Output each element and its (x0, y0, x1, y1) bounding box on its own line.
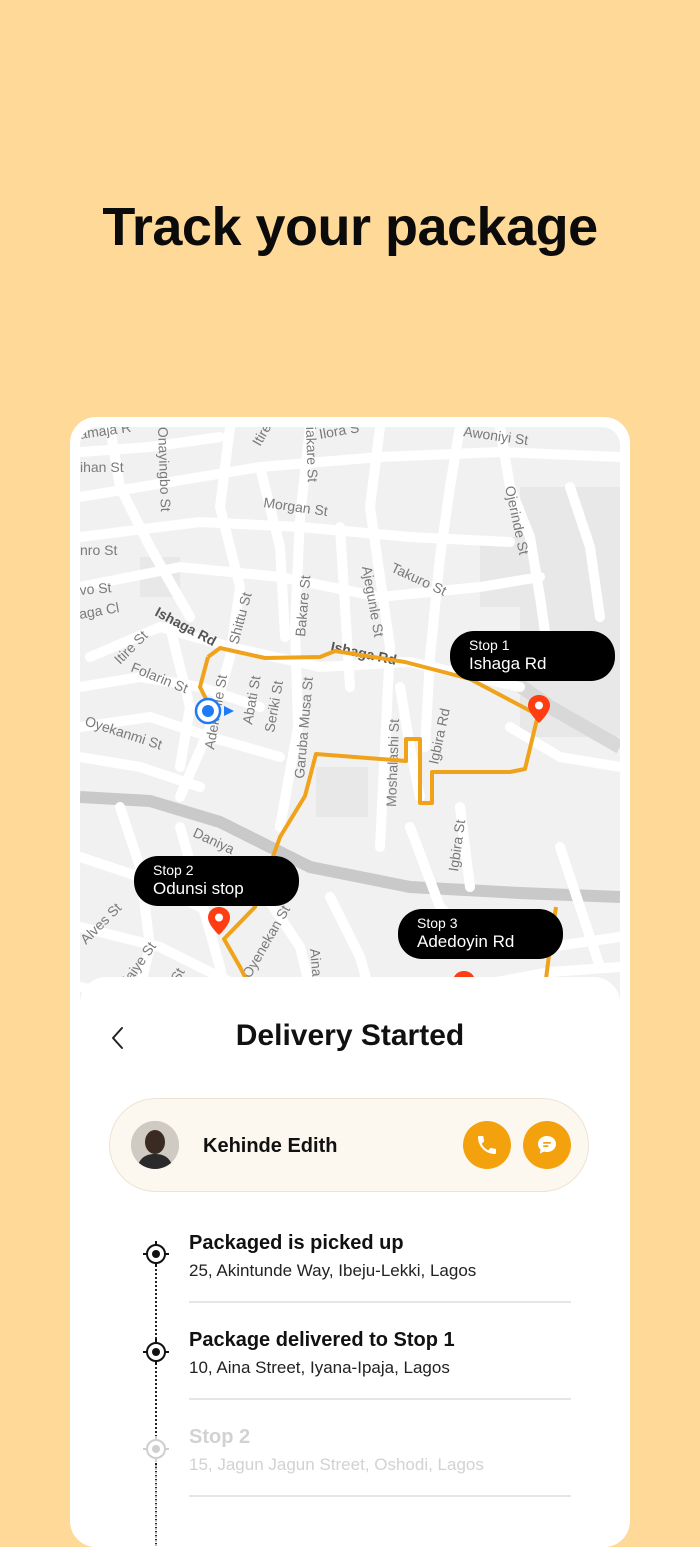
location-pin-icon[interactable] (528, 695, 550, 723)
street-label: nro St (80, 542, 117, 558)
street-label: aga Cl (80, 599, 120, 622)
street-label: amaja R (80, 427, 132, 442)
target-icon (143, 1241, 169, 1267)
stop-2-road: Odunsi stop (153, 878, 244, 898)
street-label: Onayingbo St (155, 427, 174, 512)
divider (189, 1398, 571, 1400)
driver-name: Kehinde Edith (203, 1135, 338, 1157)
timeline-title: Packaged is picked up (189, 1232, 404, 1254)
phone-icon (478, 1136, 496, 1154)
timeline-address: 15, Jagun Jagun Street, Oshodi, Lagos (189, 1455, 484, 1474)
timeline-connector (155, 1465, 157, 1547)
sheet-title: Delivery Started (235, 1019, 465, 1052)
stop-1-label: Stop 1 (469, 637, 510, 653)
stop-3-road: Adedoyin Rd (417, 931, 515, 951)
divider (189, 1495, 571, 1497)
current-location-icon (194, 697, 234, 725)
stop-1-callout[interactable]: Stop 1 Ishaga Rd (450, 631, 615, 681)
street-label: Awoniyi St (463, 427, 530, 448)
street-label: Seriki St (261, 679, 286, 733)
message-button[interactable] (523, 1121, 571, 1169)
divider (189, 1301, 571, 1303)
timeline-address: 10, Aina Street, Iyana-Ipaja, Lagos (189, 1358, 450, 1377)
phone-frame: amaja R ihan St Onayingbo St Itire iakar… (70, 417, 630, 1547)
map-view[interactable]: amaja R ihan St Onayingbo St Itire iakar… (80, 427, 620, 1027)
stop-1-road: Ishaga Rd (469, 653, 547, 673)
timeline-title: Package delivered to Stop 1 (189, 1329, 455, 1351)
target-icon (143, 1436, 169, 1462)
street-label: iakare St (303, 427, 321, 482)
street-label: Shittu St (225, 590, 254, 645)
street-label: Moshalashi St (383, 719, 402, 808)
street-label: ihan St (80, 459, 124, 475)
street-label: Aina (307, 948, 325, 978)
stop-3-callout[interactable]: Stop 3 Adedoyin Rd (398, 909, 563, 959)
avatar (131, 1121, 179, 1169)
timeline-title: Stop 2 (189, 1426, 251, 1448)
stop-3-label: Stop 3 (417, 915, 458, 931)
street-label: vo St (80, 579, 112, 598)
driver-card: Kehinde Edith (109, 1098, 589, 1192)
stop-2-callout[interactable]: Stop 2 Odunsi stop (134, 856, 299, 906)
page-headline: Track your package (102, 197, 598, 257)
target-icon (143, 1339, 169, 1365)
location-pin-icon[interactable] (208, 907, 230, 935)
stop-2-label: Stop 2 (153, 862, 194, 878)
street-label: Itire (249, 427, 275, 449)
timeline-address: 25, Akintunde Way, Ibeju-Lekki, Lagos (189, 1261, 477, 1280)
street-label: Ilora S (318, 427, 361, 442)
call-button[interactable] (463, 1121, 511, 1169)
delivery-sheet: Delivery Started Kehinde Edith Packaged … (80, 977, 620, 1547)
chat-bubble-icon (538, 1136, 556, 1154)
street-label: Abati St (239, 674, 263, 725)
timeline-connector (155, 1257, 157, 1351)
